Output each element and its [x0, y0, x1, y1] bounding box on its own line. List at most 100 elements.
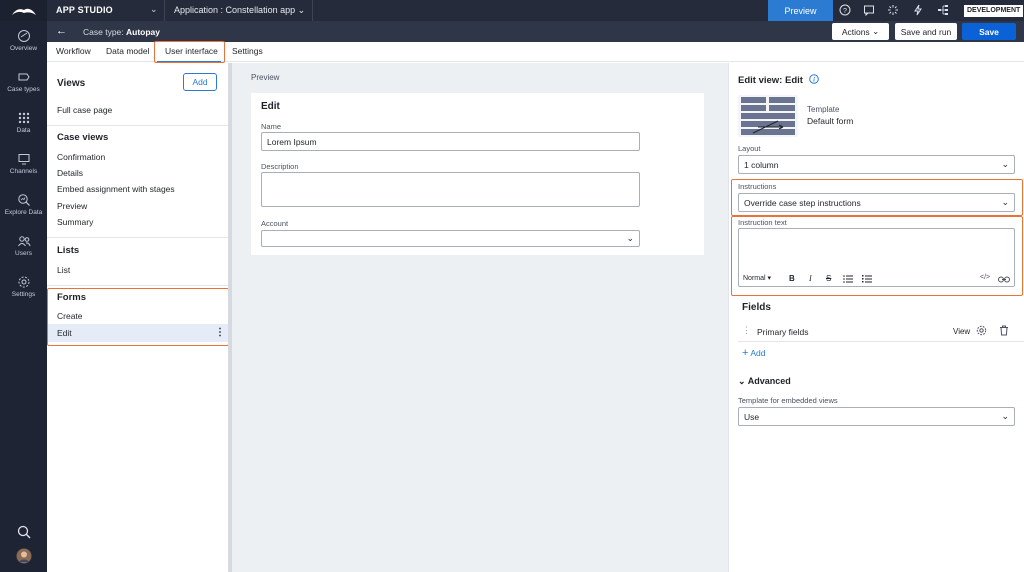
chevron-down-icon: ⌄: [738, 376, 746, 386]
application-label: Application :: [174, 5, 224, 15]
advanced-title: Advanced: [747, 376, 791, 386]
description-field[interactable]: [261, 172, 640, 207]
tree-icon[interactable]: [937, 4, 949, 16]
rail-item-explore-data[interactable]: Explore Data: [0, 193, 47, 216]
primary-fields-row[interactable]: ⋮ Primary fields View: [738, 321, 1024, 342]
view-link[interactable]: View: [953, 327, 970, 336]
preview-area: Preview Edit Name Lorem Ipsum Descriptio…: [232, 63, 728, 572]
divider: [47, 237, 228, 238]
settings-icon: [18, 276, 29, 288]
actions-label: Actions: [841, 26, 870, 37]
data-icon: [18, 112, 29, 124]
case-type-bar: ← Case type: Autopay Actions ⌄ Save and …: [47, 21, 1024, 42]
advanced-toggle[interactable]: ⌄ Advanced: [738, 376, 791, 387]
help-icon[interactable]: ?: [839, 4, 851, 16]
left-nav-rail: Overview Case types Data Channels Explor…: [0, 21, 47, 572]
actions-button[interactable]: Actions ⌄: [832, 23, 889, 40]
tab-workflow[interactable]: Workflow: [56, 46, 91, 56]
application-chevron-icon: ⌄: [297, 5, 306, 15]
rail-label: Case types: [7, 86, 40, 93]
edit-view-title-text: Edit view: Edit: [738, 75, 803, 86]
application-context[interactable]: Application : Constellation app ⌄: [174, 5, 305, 16]
highlight-user-interface-tab: [154, 41, 225, 63]
views-title: Views: [57, 78, 86, 89]
divider: [47, 125, 228, 126]
top-bar: APP STUDIO ⌄ Application : Constellation…: [0, 0, 1024, 21]
add-field-button[interactable]: + Add: [742, 347, 765, 359]
case-type-indicator: Case type: Autopay: [83, 27, 160, 37]
preview-heading: Preview: [251, 73, 280, 82]
rail-item-overview[interactable]: Overview: [0, 29, 47, 52]
divider: [47, 285, 228, 286]
template-label: Template: [807, 105, 840, 114]
case-views-title: Case views: [57, 132, 109, 143]
embedded-template-value: Use: [744, 411, 760, 422]
view-summary[interactable]: Summary: [57, 217, 93, 227]
rail-item-data[interactable]: Data: [0, 111, 47, 134]
flash-icon[interactable]: [912, 4, 924, 16]
divider: [312, 0, 313, 21]
rail-label: Users: [15, 250, 32, 257]
chevron-down-icon: ⌄: [626, 233, 634, 243]
account-label: Account: [261, 219, 289, 228]
gear-icon[interactable]: [976, 325, 987, 338]
divider: [164, 0, 165, 21]
highlight-instructions: [731, 179, 1023, 216]
rail-label: Overview: [9, 45, 38, 52]
save-and-run-button[interactable]: Save and run: [895, 23, 957, 40]
case-type-label: Case type:: [83, 27, 124, 37]
embedded-template-label: Template for embedded views: [738, 396, 838, 405]
case-types-icon: [18, 73, 30, 81]
search-icon[interactable]: [0, 525, 47, 541]
template-value: Default form: [807, 116, 854, 126]
environment-badge: DEVELOPMENT: [964, 5, 1024, 17]
rail-label: Explore Data: [4, 209, 43, 216]
view-list[interactable]: List: [57, 265, 70, 275]
view-embed-assignment[interactable]: Embed assignment with stages: [57, 184, 175, 194]
primary-fields-label: Primary fields: [757, 327, 809, 337]
form-title: Edit: [261, 101, 280, 112]
view-preview[interactable]: Preview: [57, 201, 87, 211]
tab-data-model[interactable]: Data model: [106, 46, 149, 56]
drag-handle-icon[interactable]: ⋮: [742, 325, 751, 336]
pega-logo-icon[interactable]: [0, 0, 47, 21]
rail-item-case-types[interactable]: Case types: [0, 70, 47, 93]
rail-label: Channels: [9, 168, 38, 175]
view-full-case-page[interactable]: Full case page: [57, 105, 112, 115]
info-icon[interactable]: i: [808, 74, 819, 84]
trash-icon[interactable]: [999, 325, 1009, 338]
description-label: Description: [261, 162, 299, 171]
view-details[interactable]: Details: [57, 168, 83, 178]
view-confirmation[interactable]: Confirmation: [57, 152, 105, 162]
lists-title: Lists: [57, 245, 80, 256]
studio-switcher-chevron-icon[interactable]: ⌄: [150, 4, 158, 15]
save-button[interactable]: Save: [962, 23, 1016, 40]
application-value: Constellation app: [225, 5, 296, 15]
explore-data-icon: [17, 194, 30, 206]
avatar[interactable]: [0, 548, 47, 566]
rail-item-settings[interactable]: Settings: [0, 275, 47, 298]
rail-item-users[interactable]: Users: [0, 234, 47, 257]
highlight-instruction-text: [731, 216, 1023, 296]
rail-label: Settings: [11, 291, 36, 298]
embedded-template-dropdown[interactable]: Use ⌄: [738, 407, 1015, 426]
tab-settings[interactable]: Settings: [232, 46, 263, 56]
svg-text:?: ?: [843, 8, 847, 15]
fields-title: Fields: [742, 302, 771, 313]
chevron-down-icon: ⌄: [1001, 159, 1009, 169]
spinner-icon[interactable]: [887, 4, 899, 16]
account-dropdown[interactable]: ⌄: [261, 230, 640, 247]
template-thumbnail-icon[interactable]: [738, 95, 798, 137]
svg-text:i: i: [813, 77, 815, 84]
layout-value: 1 column: [744, 159, 779, 170]
preview-button[interactable]: Preview: [768, 0, 833, 21]
form-preview-card: Edit Name Lorem Ipsum Description Accoun…: [251, 93, 704, 255]
view-properties-panel: Edit view: Edit i Template Default form …: [728, 63, 1024, 572]
rail-label: Data: [16, 127, 31, 134]
add-view-button[interactable]: Add: [183, 73, 217, 91]
rail-item-channels[interactable]: Channels: [0, 152, 47, 175]
chat-icon[interactable]: [863, 4, 875, 17]
name-field[interactable]: Lorem Ipsum: [261, 132, 640, 151]
back-arrow-icon[interactable]: ←: [56, 25, 67, 37]
layout-dropdown[interactable]: 1 column ⌄: [738, 155, 1015, 174]
